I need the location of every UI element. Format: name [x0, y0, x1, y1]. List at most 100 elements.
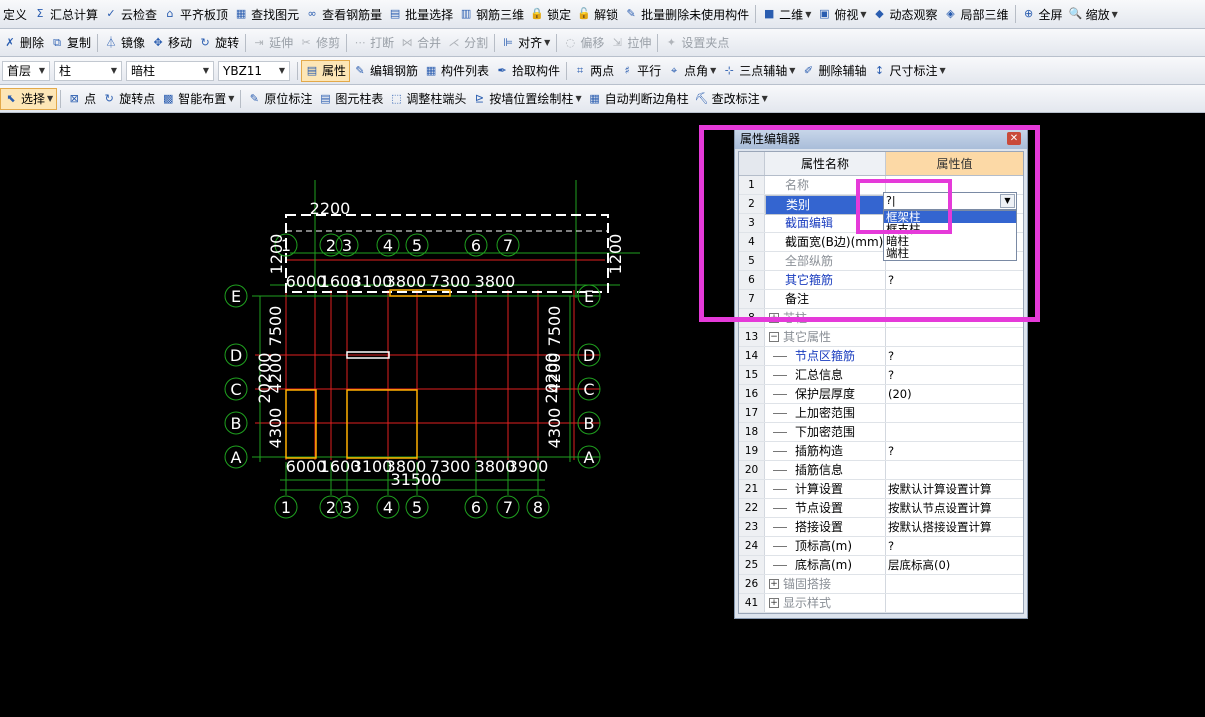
tb2-button-12[interactable]: ⇲ 拉伸 — [607, 32, 654, 54]
tb1-button-10[interactable]: ✎ 批量删除未使用构件 — [621, 3, 752, 25]
property-row[interactable]: 14 节点区箍筋? — [739, 347, 1023, 366]
dropdown-arrow-icon[interactable]: ▼ — [1112, 10, 1118, 19]
tb1-button-11[interactable]: ■ 二维 ▼ — [759, 3, 814, 25]
property-row[interactable]: 18 下加密范围(mm) — [739, 423, 1023, 442]
tb3-button-1[interactable]: ✎ 编辑钢筋 — [350, 60, 421, 82]
tb2-button-8[interactable]: ⋈ 合并 — [397, 32, 444, 54]
property-value[interactable] — [886, 404, 1023, 422]
property-row[interactable]: 15 汇总信息? — [739, 366, 1023, 385]
tb1-button-14[interactable]: ◈ 局部三维 — [941, 3, 1012, 25]
tb3-button-9[interactable]: ↕ 尺寸标注 ▼ — [869, 60, 948, 82]
property-row[interactable]: 41 + 显示样式 — [739, 594, 1023, 613]
tb2-button-5[interactable]: ⇥ 延伸 — [249, 32, 296, 54]
tb3-button-3[interactable]: ✒ 拾取构件 — [492, 60, 563, 82]
property-row[interactable]: 23 搭接设置 按默认搭接设置计算 — [739, 518, 1023, 537]
tb1-button-6[interactable]: ▤ 批量选择 — [385, 3, 456, 25]
property-value[interactable] — [886, 328, 1023, 346]
dropdown-arrow-icon[interactable]: ▼ — [710, 66, 716, 75]
tb2-button-11[interactable]: ◌ 偏移 — [560, 32, 607, 54]
tb3-button-0[interactable]: ▤ 属性 — [301, 59, 351, 82]
tb4-button-8[interactable]: ▦ 自动判断边角柱 — [585, 88, 692, 110]
tb4-button-4[interactable]: ✎ 原位标注 — [244, 88, 315, 110]
tb1-button-2[interactable]: ✓ 云检查 — [101, 3, 160, 25]
expand-icon[interactable]: + — [769, 579, 779, 589]
chevron-down-icon[interactable]: ▼ — [203, 66, 209, 75]
tb2-button-0[interactable]: ✗ 删除 — [0, 32, 47, 54]
dropdown-arrow-icon[interactable]: ▼ — [544, 38, 550, 47]
property-value[interactable]: 层底标高(0) — [886, 556, 1023, 574]
tb4-button-5[interactable]: ▤ 图元柱表 — [315, 88, 386, 110]
property-row[interactable]: 25 底标高(m) 层底标高(0) — [739, 556, 1023, 575]
component-select-1[interactable]: 柱 ▼ — [54, 60, 122, 81]
property-row[interactable]: 16 保护层厚度(mm) (20) — [739, 385, 1023, 404]
tb1-button-4[interactable]: ▦ 查找图元 — [231, 3, 302, 25]
property-value[interactable] — [886, 423, 1023, 441]
property-row[interactable]: 19 插筋构造? — [739, 442, 1023, 461]
dropdown-arrow-icon[interactable]: ▼ — [789, 66, 795, 75]
tb1-button-7[interactable]: ▥ 钢筋三维 — [456, 3, 527, 25]
property-value[interactable] — [886, 461, 1023, 479]
tb4-button-0[interactable]: ⬉ 选择 ▼ — [0, 87, 58, 110]
tb3-button-5[interactable]: ♯ 平行 — [617, 60, 664, 82]
dropdown-arrow-icon[interactable]: ▼ — [939, 66, 945, 75]
tb2-button-9[interactable]: ⋌ 分割 — [444, 32, 491, 54]
tb1-button-15[interactable]: ⊕ 全屏 — [1019, 3, 1066, 25]
property-value[interactable]: ? — [886, 366, 1023, 384]
property-value[interactable]: ? — [886, 347, 1023, 365]
tb1-button-0[interactable]: 定义 — [0, 3, 30, 25]
tb2-button-4[interactable]: ↻ 旋转 — [195, 32, 242, 54]
property-row[interactable]: 26 + 锚固搭接 — [739, 575, 1023, 594]
tb4-button-9[interactable]: ⛏ 查改标注 ▼ — [692, 88, 771, 110]
chevron-down-icon[interactable]: ▼ — [39, 66, 45, 75]
tb1-button-16[interactable]: 🔍 缩放 ▼ — [1066, 3, 1121, 25]
property-value[interactable]: ? — [886, 537, 1023, 555]
property-value[interactable]: 按默认节点设置计算 — [886, 499, 1023, 517]
tb1-button-3[interactable]: ⌂ 平齐板顶 — [160, 3, 231, 25]
dropdown-arrow-icon[interactable]: ▼ — [47, 94, 53, 103]
tb4-button-1[interactable]: ⊠ 点 — [64, 88, 99, 110]
component-select-0[interactable]: 首层 ▼ — [2, 60, 50, 81]
dropdown-arrow-icon[interactable]: ▼ — [575, 94, 581, 103]
property-row[interactable]: 13− 其它属性 — [739, 328, 1023, 347]
tb4-button-7[interactable]: ⊵ 按墙位置绘制柱 ▼ — [469, 88, 584, 110]
dropdown-arrow-icon[interactable]: ▼ — [762, 94, 768, 103]
component-select-2[interactable]: 暗柱 ▼ — [126, 60, 214, 81]
tb2-button-13[interactable]: ✦ 设置夹点 — [661, 32, 732, 54]
tb4-button-2[interactable]: ↻ 旋转点 — [99, 88, 158, 110]
tb1-button-13[interactable]: ◆ 动态观察 — [870, 3, 941, 25]
tb1-button-8[interactable]: 🔒 锁定 — [527, 3, 574, 25]
tb2-button-7[interactable]: ⋯ 打断 — [350, 32, 397, 54]
chevron-down-icon[interactable]: ▼ — [111, 66, 117, 75]
tb2-button-2[interactable]: ⏃ 镜像 — [101, 32, 148, 54]
tb3-button-8[interactable]: ✐ 删除辅轴 — [798, 60, 869, 82]
tb1-button-12[interactable]: ▣ 俯视 ▼ — [814, 3, 869, 25]
tb1-button-9[interactable]: 🔓 解锁 — [574, 3, 621, 25]
tb2-button-10[interactable]: ⊫ 对齐 ▼ — [498, 32, 553, 54]
property-value[interactable]: 按默认计算设置计算 — [886, 480, 1023, 498]
dropdown-arrow-icon[interactable]: ▼ — [805, 10, 811, 19]
property-row[interactable]: 17 上加密范围(mm) — [739, 404, 1023, 423]
property-value[interactable]: 按默认搭接设置计算 — [886, 518, 1023, 536]
tb2-button-6[interactable]: ✂ 修剪 — [296, 32, 343, 54]
chevron-down-icon[interactable]: ▼ — [279, 66, 285, 75]
property-value[interactable] — [886, 575, 1023, 593]
tb4-button-6[interactable]: ⬚ 调整柱端头 — [386, 88, 469, 110]
tb3-button-2[interactable]: ▦ 构件列表 — [421, 60, 492, 82]
tb2-button-3[interactable]: ✥ 移动 — [148, 32, 195, 54]
tb1-button-5[interactable]: ∞ 查看钢筋量 — [302, 3, 385, 25]
tb1-button-1[interactable]: Σ 汇总计算 — [30, 3, 101, 25]
property-row[interactable]: 22 节点设置 按默认节点设置计算 — [739, 499, 1023, 518]
tb3-button-4[interactable]: ⌗ 两点 — [570, 60, 617, 82]
tb3-button-6[interactable]: ⌖ 点角 ▼ — [664, 60, 719, 82]
tb2-button-1[interactable]: ⧉ 复制 — [47, 32, 94, 54]
expand-icon[interactable]: + — [769, 598, 779, 608]
dropdown-arrow-icon[interactable]: ▼ — [860, 10, 866, 19]
property-value[interactable]: ? — [886, 442, 1023, 460]
property-row[interactable]: 21 计算设置 按默认计算设置计算 — [739, 480, 1023, 499]
tb4-button-3[interactable]: ▩ 智能布置 ▼ — [158, 88, 237, 110]
property-row[interactable]: 24 顶标高(m)? — [739, 537, 1023, 556]
property-value[interactable] — [886, 594, 1023, 612]
property-value[interactable]: (20) — [886, 385, 1023, 403]
property-row[interactable]: 20 插筋信息 — [739, 461, 1023, 480]
dropdown-arrow-icon[interactable]: ▼ — [228, 94, 234, 103]
